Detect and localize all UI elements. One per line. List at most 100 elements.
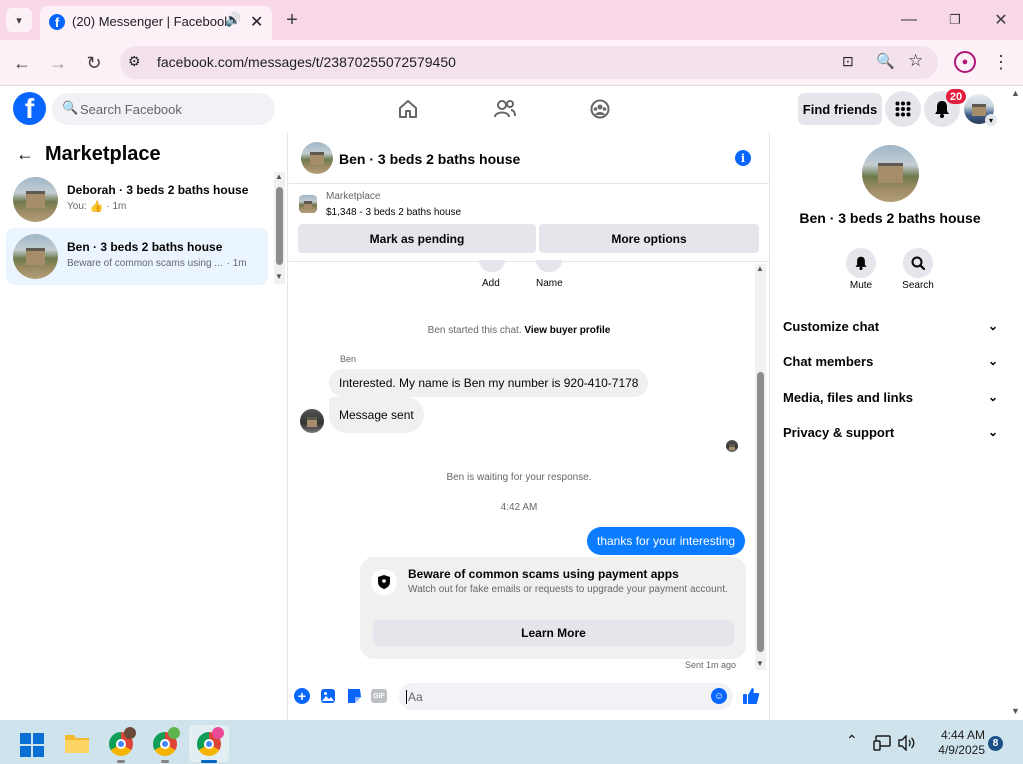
find-friends-button[interactable]: Find friends [798, 93, 882, 125]
volume-icon[interactable] [898, 735, 916, 751]
customize-chat-item[interactable]: Customize chat ⌄ [783, 316, 998, 336]
browser-tab[interactable]: f (20) Messenger | Facebook 🔊 ✕ [40, 6, 272, 40]
edit-name-button[interactable] [536, 260, 562, 272]
mute-button[interactable] [846, 248, 876, 278]
search-icon: 🔍 [62, 100, 79, 115]
scam-warning-body: Watch out for fake emails or requests to… [408, 584, 728, 595]
search-placeholder: Search Facebook [80, 102, 182, 117]
new-tab-icon[interactable]: + [280, 8, 304, 32]
scroll-thumb[interactable] [276, 187, 283, 265]
listing-thumbnail[interactable] [299, 195, 317, 213]
read-receipt-avatar [726, 440, 738, 452]
emoji-icon[interactable]: ☺ [711, 688, 727, 704]
minimize-icon[interactable]: — [895, 6, 923, 34]
my-message-bubble[interactable]: thanks for your interesting [587, 527, 746, 555]
chat-members-item[interactable]: Chat members ⌄ [783, 351, 998, 371]
chat-item-ben[interactable]: Ben · 3 beds 2 baths house Beware of com… [6, 228, 268, 285]
back-arrow-icon[interactable]: ← [16, 144, 34, 165]
tab-title: (20) Messenger | Facebook [72, 14, 231, 29]
chevron-down-icon: ⌄ [987, 319, 998, 333]
file-explorer-icon[interactable] [64, 732, 90, 754]
chat-name: Ben · 3 beds 2 baths house [67, 240, 223, 254]
groups-icon[interactable] [590, 99, 610, 119]
window-close-icon[interactable]: ✕ [987, 6, 1015, 34]
clock-date: 4/9/2025 [938, 743, 985, 757]
chat-item-deborah[interactable]: Deborah · 3 beds 2 baths house You: 👍 · … [6, 173, 268, 227]
chrome-profile-badge [212, 727, 224, 739]
conversation-title[interactable]: Ben · 3 beds 2 baths house [339, 151, 520, 167]
chat-list-scrollbar[interactable]: ▲ ▼ [274, 172, 285, 284]
facebook-favicon-icon: f [49, 14, 65, 30]
search-label: Search [902, 280, 934, 291]
mark-pending-button[interactable]: Mark as pending [298, 224, 536, 253]
message-input[interactable]: Aa ☺ [399, 683, 733, 710]
panel-title: Marketplace [45, 143, 161, 165]
back-icon[interactable]: ← [8, 49, 36, 77]
chat-preview: You: 👍 · 1m [67, 201, 127, 213]
clock[interactable]: 4:44 AM 4/9/2025 [925, 728, 985, 758]
reload-icon[interactable]: ↻ [80, 49, 108, 77]
learn-more-button[interactable]: Learn More [373, 620, 734, 646]
plus-icon[interactable]: + [294, 688, 310, 704]
chat-started-text: Ben started this chat. View buyer profil… [427, 325, 611, 336]
tab-close-icon[interactable]: ✕ [250, 12, 263, 32]
info-title: Ben · 3 beds 2 baths house [799, 210, 981, 226]
mute-label: Mute [849, 280, 873, 291]
listing-source: Marketplace [326, 191, 381, 202]
name-label: Name [536, 278, 563, 289]
add-button[interactable] [479, 260, 505, 272]
photo-icon[interactable] [320, 688, 336, 704]
account-chevron-icon[interactable]: ▾ [985, 114, 997, 126]
restore-icon[interactable]: ❐ [941, 6, 969, 34]
message-input-placeholder: Aa [406, 690, 423, 704]
windows-start-icon[interactable] [20, 733, 44, 757]
conversation-avatar[interactable] [301, 142, 333, 174]
page-scroll-up-icon[interactable]: ▲ [1011, 88, 1020, 98]
bell-icon [855, 256, 867, 270]
privacy-support-item[interactable]: Privacy & support ⌄ [783, 422, 998, 442]
messages-scrollbar[interactable]: ▲ ▼ [755, 264, 766, 670]
audio-icon[interactable]: 🔊 [225, 12, 241, 28]
forward-icon[interactable]: → [44, 49, 72, 77]
chat-name: Deborah · 3 beds 2 baths house [67, 183, 249, 197]
view-buyer-profile-link[interactable]: View buyer profile [524, 325, 610, 336]
bookmark-star-icon[interactable]: ☆ [908, 51, 923, 71]
info-avatar[interactable] [862, 145, 919, 202]
chat-thumbnail [13, 177, 58, 222]
message-bubble[interactable]: Interested. My name is Ben my number is … [329, 369, 649, 397]
tab-search-chevron-icon[interactable]: ▾ [6, 8, 32, 32]
gif-icon[interactable]: GIF [371, 689, 387, 703]
chrome-profile-badge [124, 727, 136, 739]
sender-avatar[interactable] [300, 409, 324, 433]
listing-title[interactable]: $1,348 - 3 beds 2 baths house [326, 207, 461, 218]
search-conversation-button[interactable] [903, 248, 933, 278]
notification-center-badge[interactable]: 8 [988, 736, 1003, 751]
thumbs-up-icon[interactable] [742, 687, 760, 705]
show-hidden-icons[interactable]: ⌃ [846, 732, 858, 749]
network-icon[interactable] [873, 735, 891, 751]
address-bar[interactable]: ⚙ facebook.com/messages/t/23870255072579… [120, 46, 938, 79]
search-input[interactable]: 🔍 Search Facebook [52, 93, 275, 125]
message-bubble[interactable]: Message sent [329, 397, 424, 433]
site-info-icon[interactable]: ⚙ [128, 53, 141, 70]
home-icon[interactable] [398, 99, 418, 119]
info-icon[interactable]: i [735, 150, 751, 166]
windows-taskbar: ⌃ 4:44 AM 4/9/2025 8 [0, 720, 1023, 764]
waiting-text: Ben is waiting for your response. [446, 472, 592, 483]
media-files-links-item[interactable]: Media, files and links ⌄ [783, 387, 998, 407]
menu-grid-button[interactable] [885, 91, 921, 127]
friends-icon[interactable] [494, 99, 516, 119]
page-scroll-down-icon[interactable]: ▼ [1011, 706, 1020, 716]
facebook-header: f 🔍 Search Facebook Find friends 20 ▾ [0, 86, 1023, 132]
zoom-icon[interactable]: 🔍 [876, 52, 895, 70]
url-text: facebook.com/messages/t/2387025507257945… [157, 54, 456, 70]
facebook-logo-icon[interactable]: f [13, 92, 46, 125]
scroll-thumb[interactable] [757, 372, 764, 652]
install-app-icon[interactable]: ⊡ [842, 53, 854, 70]
profile-icon[interactable]: ● [954, 51, 976, 73]
clock-time: 4:44 AM [940, 728, 985, 742]
sticker-icon[interactable] [346, 688, 362, 704]
scam-warning-card: Beware of common scams using payment app… [360, 557, 746, 659]
more-options-button[interactable]: More options [539, 224, 759, 253]
browser-menu-icon[interactable]: ⋮ [990, 51, 1012, 73]
